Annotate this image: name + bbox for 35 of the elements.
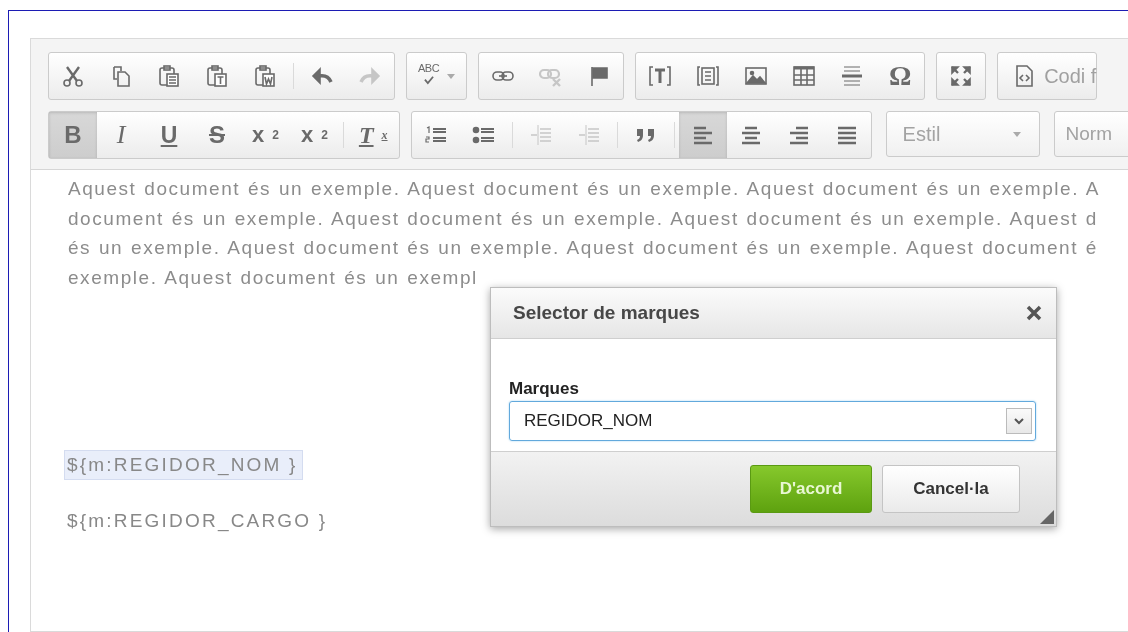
paragraph-line: és un exemple. Aquest document és un exemple. Aquest document és un exemple. Aquest document é [68,236,1098,260]
clipboard-icon [157,64,181,88]
maximize-icon [949,64,974,88]
paragraph-line: exemple. Aquest document és un exempl [68,265,478,290]
redo-arrow-icon [358,64,382,88]
resize-grip-icon[interactable] [1040,510,1054,524]
field-label: Marques [509,379,580,399]
align-left-button[interactable] [678,112,727,158]
chevron-down-icon [1006,408,1032,434]
placeholder-tag[interactable]: ${m:REGIDOR_CARGO } [64,506,333,536]
clipboard-word-icon [253,64,277,88]
undo-arrow-icon [310,64,334,88]
bold-button[interactable]: B [49,112,97,158]
paragraph-line: Aquest document és un exemple. Aquest document és un exemple. Aquest document és un exemple. A [68,177,1101,201]
strikethrough-button[interactable]: S [193,112,241,158]
horizontal-rule-icon [840,64,865,88]
indent-icon [576,123,601,147]
select-field[interactable]: REGIDOR_NOM [509,401,1036,441]
text-area-icon [696,64,721,88]
image-icon [744,64,769,88]
paragraph-line: document és un exemple. Aquest document és un exemple. Aquest document és un exemple. Aquest d [68,206,1098,231]
spellcheck-button[interactable]: ABC [407,53,467,99]
special-character-button[interactable]: Ω [876,53,925,99]
italic-button[interactable]: I [97,112,145,158]
dialog-title: Selector de marques [513,302,700,324]
text-field-icon [648,64,673,88]
outdent-icon [528,123,553,147]
table-icon [792,64,817,88]
clipboard-text-icon [205,64,229,88]
scissors-icon [61,64,85,88]
underline-button[interactable]: U [145,112,193,158]
close-icon[interactable] [1026,305,1042,321]
superscript-button[interactable]: x$^{2}$ [289,112,339,158]
placeholder-tag[interactable]: ${m:REGIDOR_NOM } [64,450,303,480]
cancel-button[interactable]: Cancel·la [882,465,1020,513]
